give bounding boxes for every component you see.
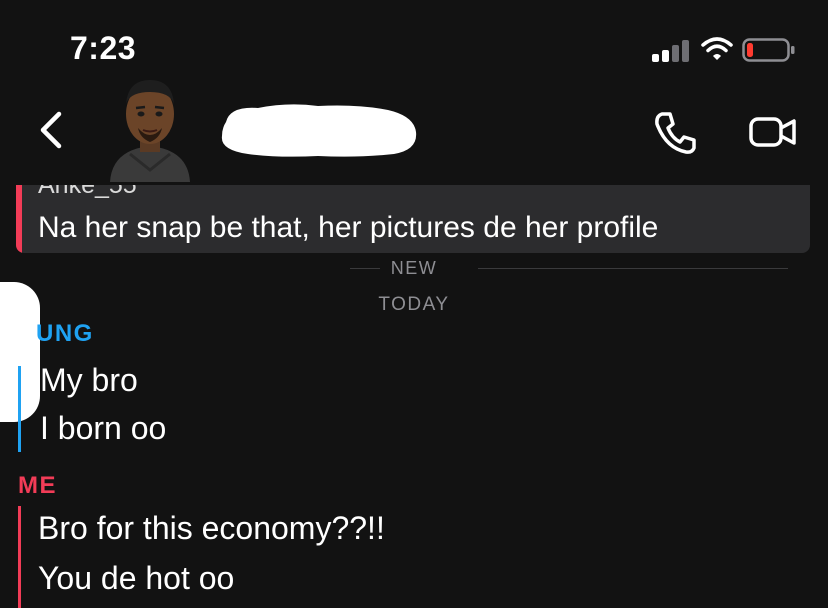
message-text[interactable]: Bro for this economy??!!: [38, 510, 385, 547]
chat-header: [0, 80, 828, 185]
wifi-icon: [701, 37, 733, 60]
date-separator: TODAY: [378, 294, 450, 315]
cellular-signal-icon: [652, 40, 690, 62]
phone-icon[interactable]: [652, 110, 698, 156]
message-text[interactable]: My bro: [40, 362, 138, 399]
quoted-message[interactable]: Anke_55 Na her snap be that, her picture…: [16, 185, 810, 253]
other-accent-bar: [18, 366, 21, 452]
name-redaction: [221, 104, 417, 157]
chevron-left-icon[interactable]: [38, 110, 64, 150]
message-text[interactable]: I born oo: [40, 410, 166, 447]
quoted-sender: Anke_55: [38, 185, 137, 199]
status-time: 7:23: [70, 30, 137, 66]
quote-accent-bar: [16, 185, 22, 253]
sender-name-other: UNG: [36, 320, 94, 347]
video-camera-icon[interactable]: [748, 114, 798, 150]
sender-name-me: ME: [18, 472, 57, 499]
battery-low-icon: [742, 38, 795, 62]
message-text[interactable]: You de hot oo: [38, 560, 234, 597]
me-accent-bar: [18, 506, 21, 608]
new-messages-label: NEW: [390, 258, 438, 278]
bitmoji-avatar[interactable]: [100, 70, 200, 182]
quoted-text: Na her snap be that, her pictures de her…: [38, 211, 659, 244]
